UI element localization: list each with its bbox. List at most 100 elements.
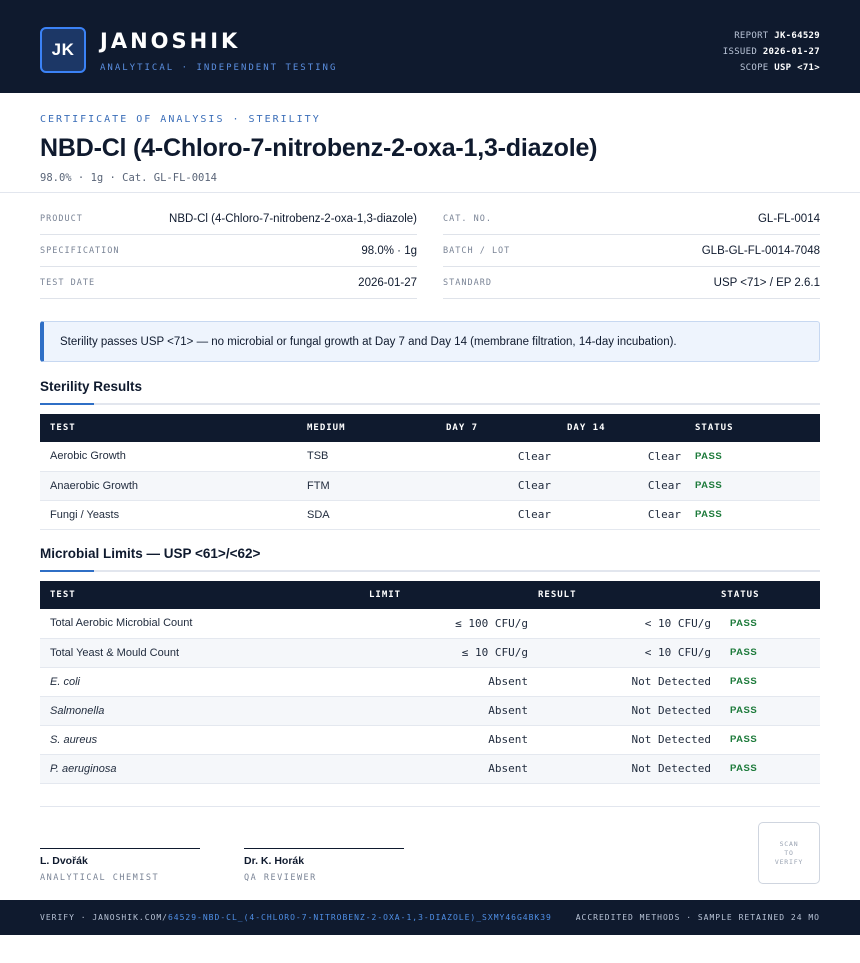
result-value: < 10 CFU/g (644, 616, 711, 630)
table-row: Salmonella Absent Not Detected PASS (40, 696, 820, 725)
qr-text-line: TO (784, 848, 794, 857)
issued-value: 2026-01-27 (762, 47, 820, 57)
info-value: NBD-Cl (4-Chloro-7-nitrobenz-2-oxa-1,3-d… (169, 212, 417, 225)
signer-role: QA REVIEWER (244, 873, 317, 883)
table-row: Total Yeast & Mould Count ≤ 10 CFU/g < 1… (40, 638, 820, 667)
signer-name: L. Dvořák (40, 855, 88, 867)
info-label: BATCH / LOT (443, 245, 511, 256)
table-header-row: TEST MEDIUM DAY 7 DAY 14 STATUS (40, 414, 820, 442)
status-badge: PASS (730, 617, 758, 629)
test-name: E. coli (50, 675, 80, 688)
info-label: SPECIFICATION (40, 245, 120, 256)
status-badge: PASS (730, 763, 758, 774)
result-value: Not Detected (631, 733, 711, 746)
day14-result: Clear (647, 508, 681, 521)
table-row: Total Aerobic Microbial Count ≤ 100 CFU/… (40, 609, 820, 638)
report-id-value: JK-64529 (774, 31, 820, 41)
status-badge: PASS (730, 705, 758, 716)
medium: SDA (307, 508, 330, 521)
day7-result: Clear (517, 508, 551, 521)
qr-text-line: VERIFY (774, 857, 804, 866)
limit-value: Absent (488, 733, 528, 746)
report-footer: VERIFY · JANOSHIK.COM/64529-NBD-CL_(4-CH… (0, 900, 860, 935)
page-title: NBD-Cl (4-Chloro-7-nitrobenz-2-oxa-1,3-d… (40, 134, 598, 162)
test-name: Fungi / Yeasts (50, 508, 120, 521)
status-badge: PASS (695, 509, 723, 520)
brand-tagline: ANALYTICAL · INDEPENDENT TESTING (100, 63, 338, 73)
status-badge: PASS (695, 450, 723, 462)
microbial-limits-table: TEST LIMIT RESULT STATUS Total Aerobic M… (40, 581, 820, 784)
limit-value: Absent (488, 704, 528, 717)
signature-block: Dr. K. Horák QA REVIEWER (244, 848, 404, 883)
info-value: 2026-01-27 (358, 276, 417, 289)
test-name: Aerobic Growth (50, 450, 126, 463)
scope-line: SCOPE USP <71> (723, 60, 820, 76)
info-value: GLB-GL-FL-0014-7048 (701, 244, 820, 257)
info-row-product: PRODUCT NBD-Cl (4-Chloro-7-nitrobenz-2-o… (40, 203, 417, 235)
divider (40, 806, 820, 807)
info-column-right: CAT. NO. GL-FL-0014 BATCH / LOT GLB-GL-F… (443, 203, 820, 299)
info-row-standard: STANDARD USP <71> / EP 2.6.1 (443, 267, 820, 299)
result-value: Not Detected (631, 675, 711, 688)
limit-value: ≤ 10 CFU/g (461, 646, 528, 659)
result-summary-notice: Sterility passes USP <71> — no microbial… (40, 321, 820, 362)
report-id-line: REPORT JK-64529 (723, 28, 820, 44)
verify-qr-placeholder[interactable]: SCAN TO VERIFY (758, 822, 820, 884)
table-row: Anaerobic Growth FTM Clear Clear PASS (40, 471, 820, 500)
test-name: Total Yeast & Mould Count (50, 646, 180, 659)
column-header: RESULT (538, 590, 577, 600)
page-subtitle: 98.0% · 1g · Cat. GL-FL-0014 (40, 172, 218, 184)
status-badge: PASS (730, 676, 758, 687)
table-row: Aerobic Growth TSB Clear Clear PASS (40, 442, 820, 471)
limit-value: ≤ 100 CFU/g (455, 616, 528, 630)
verify-link[interactable]: 64529-NBD-CL_(4-CHLORO-7-NITROBENZ-2-OXA… (168, 913, 552, 922)
table-row: Fungi / Yeasts SDA Clear Clear PASS (40, 500, 820, 529)
test-name: P. aeruginosa (50, 762, 117, 775)
column-header: STATUS (721, 590, 760, 600)
limits-section-title: Microbial Limits — USP <61>/<62> (40, 546, 261, 561)
status-badge: PASS (730, 647, 758, 658)
day14-result: Clear (647, 449, 681, 463)
test-name: Salmonella (50, 704, 105, 717)
column-header: DAY 7 (446, 423, 479, 433)
scope-label: SCOPE (739, 63, 769, 73)
info-column-left: PRODUCT NBD-Cl (4-Chloro-7-nitrobenz-2-o… (40, 203, 417, 299)
document-kicker: CERTIFICATE OF ANALYSIS · STERILITY (40, 114, 321, 125)
info-row-specification: SPECIFICATION 98.0% · 1g (40, 235, 417, 267)
info-value: 98.0% · 1g (361, 244, 417, 257)
info-label: PRODUCT (40, 213, 83, 224)
signer-name: Dr. K. Horák (244, 855, 305, 867)
day14-result: Clear (647, 479, 681, 492)
table-header-row: TEST LIMIT RESULT STATUS (40, 581, 820, 609)
info-value: USP <71> / EP 2.6.1 (713, 276, 820, 289)
scope-value: USP <71> (774, 63, 820, 73)
issued-line: ISSUED 2026-01-27 (723, 44, 820, 60)
report-header: JK JANOSHIK ANALYTICAL · INDEPENDENT TES… (0, 0, 860, 93)
limit-value: Absent (488, 762, 528, 775)
day7-result: Clear (517, 449, 551, 463)
info-row-batch: BATCH / LOT GLB-GL-FL-0014-7048 (443, 235, 820, 267)
status-badge: PASS (695, 480, 723, 491)
brand-name: JANOSHIK (100, 29, 241, 53)
test-name: Total Aerobic Microbial Count (50, 617, 193, 630)
day7-result: Clear (517, 479, 551, 492)
signature-block: L. Dvořák ANALYTICAL CHEMIST (40, 848, 200, 883)
divider (0, 192, 860, 193)
qr-text-line: SCAN (779, 839, 799, 848)
column-header: DAY 14 (567, 423, 606, 433)
column-header: MEDIUM (307, 423, 346, 433)
info-label: STANDARD (443, 277, 492, 288)
column-header: STATUS (695, 423, 734, 433)
verify-prefix: VERIFY · JANOSHIK.COM/ (40, 913, 168, 922)
section-underline (40, 570, 820, 572)
info-row-test-date: TEST DATE 2026-01-27 (40, 267, 417, 299)
brand-logo: JK (40, 27, 86, 73)
result-value: Not Detected (631, 762, 711, 775)
signer-role: ANALYTICAL CHEMIST (40, 873, 160, 883)
info-label: TEST DATE (40, 277, 96, 288)
test-name: S. aureus (50, 733, 98, 746)
issued-label: ISSUED (722, 47, 758, 57)
table-row: S. aureus Absent Not Detected PASS (40, 725, 820, 754)
footer-note: ACCREDITED METHODS · SAMPLE RETAINED 24 … (575, 913, 820, 922)
column-header: TEST (50, 590, 76, 600)
